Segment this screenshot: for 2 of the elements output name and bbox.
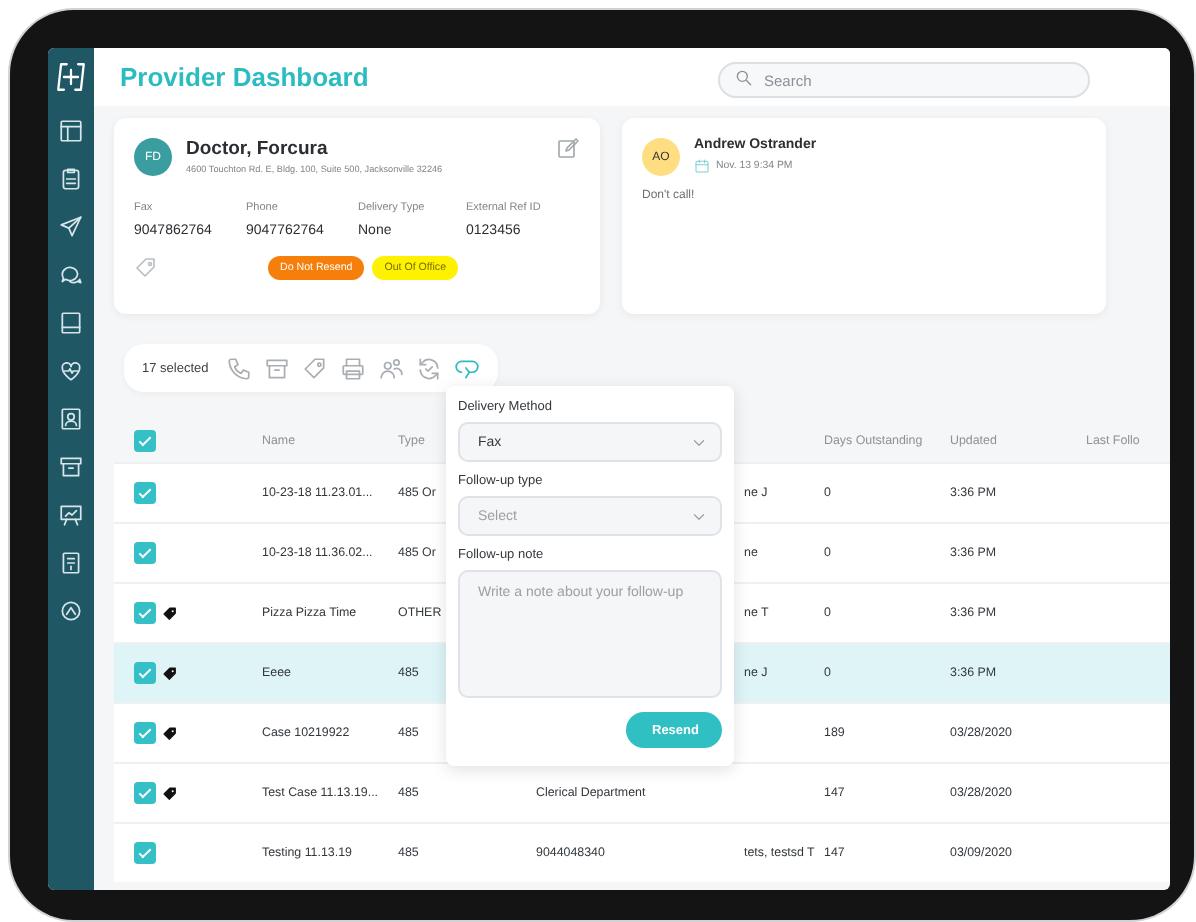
provider-name: Doctor, Forcura bbox=[186, 138, 330, 160]
page-title: Provider Dashboard bbox=[120, 62, 371, 92]
